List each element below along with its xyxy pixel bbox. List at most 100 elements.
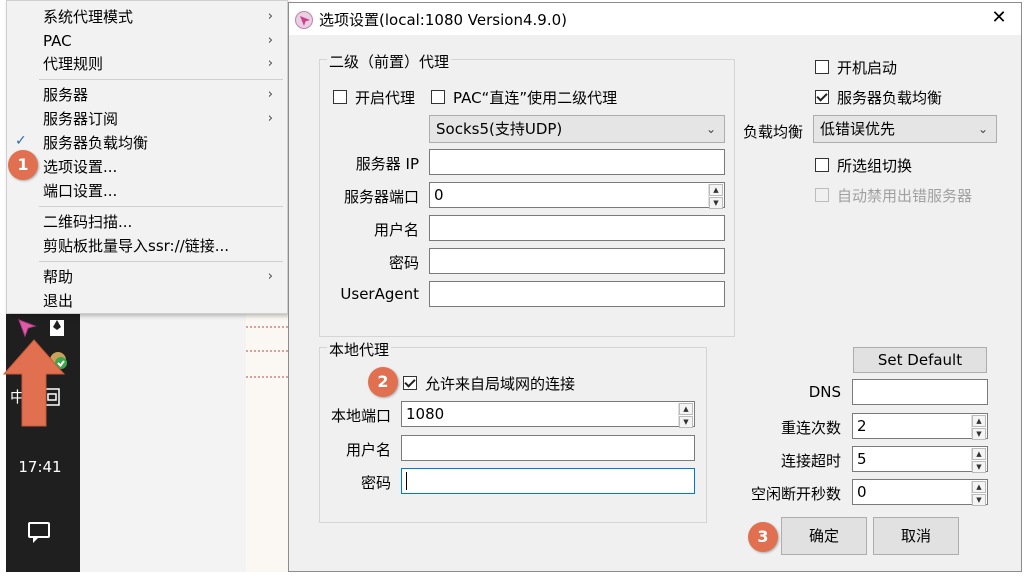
enable-proxy-checkbox[interactable] — [333, 90, 347, 104]
autostart-checkbox[interactable] — [815, 60, 829, 74]
menu-item-proxy-mode[interactable]: 系统代理模式 — [43, 7, 133, 27]
dialog-title: 选项设置(local:1080 Version4.9.0) — [319, 11, 567, 29]
background-window-edge — [246, 300, 288, 572]
menu-item-proxy-rules[interactable]: 代理规则 — [43, 54, 103, 74]
callout-badge: 1 — [8, 150, 38, 180]
load-balance-label: 服务器负载均衡 — [837, 89, 943, 107]
auto-ban-checkbox[interactable] — [815, 188, 829, 202]
load-balance-checkbox[interactable] — [815, 90, 829, 104]
balance-mode-select[interactable]: 低错误优先 ⌄ — [813, 115, 997, 143]
menu-item-clipboard-import[interactable]: 剪贴板批量导入ssr://链接... — [43, 236, 229, 256]
menu-separator — [39, 206, 283, 207]
proxy-type-value: Socks5(支持UDP) — [436, 120, 563, 138]
username-label: 用户名 — [373, 221, 419, 239]
callout-badge: 2 — [368, 367, 398, 397]
enable-proxy-label: 开启代理 — [355, 89, 416, 107]
spinner-arrows-icon[interactable]: ▲ ▼ — [971, 481, 986, 506]
timeout-value: 5 — [857, 450, 867, 468]
menu-item-port-settings[interactable]: 端口设置... — [43, 181, 117, 201]
callout-badge: 3 — [748, 522, 778, 552]
proxy-type-select[interactable]: Socks5(支持UDP) ⌄ — [429, 115, 725, 143]
reconnect-label: 重连次数 — [780, 419, 841, 437]
divider — [246, 326, 288, 328]
chevron-right-icon: › — [267, 269, 273, 284]
divider — [246, 350, 288, 352]
spinner-arrows-icon[interactable]: ▲ ▼ — [971, 415, 986, 440]
set-default-button[interactable]: Set Default — [853, 347, 987, 373]
chevron-right-icon: › — [267, 87, 273, 102]
reconnect-value: 2 — [857, 417, 867, 435]
chevron-right-icon: › — [267, 111, 273, 126]
text-caret — [406, 472, 407, 490]
chevron-right-icon: › — [267, 56, 273, 71]
allow-lan-checkbox[interactable] — [403, 376, 417, 390]
ok-button[interactable]: 确定 — [781, 517, 867, 555]
pac-direct-checkbox[interactable] — [431, 90, 445, 104]
secondary-proxy-title: 二级（前置）代理 — [327, 51, 452, 72]
useragent-input[interactable] — [429, 281, 725, 307]
menu-item-pac[interactable]: PAC — [43, 31, 72, 51]
useragent-label: UserAgent — [340, 285, 419, 303]
menu-separator — [39, 261, 283, 262]
local-proxy-title: 本地代理 — [327, 339, 392, 360]
idle-timeout-stepper[interactable]: 0 ▲ ▼ — [852, 479, 988, 506]
local-username-label: 用户名 — [345, 441, 391, 459]
idle-timeout-value: 0 — [857, 483, 867, 501]
auto-ban-label: 自动禁用出错服务器 — [837, 187, 973, 205]
menu-item-help[interactable]: 帮助 — [43, 267, 73, 287]
menu-item-subscriptions[interactable]: 服务器订阅 — [43, 109, 118, 129]
chevron-down-icon: ⌄ — [977, 122, 988, 136]
group-switch-checkbox[interactable] — [815, 158, 829, 172]
menu-item-load-balance[interactable]: 服务器负载均衡 — [43, 133, 148, 153]
local-port-value: 1080 — [406, 405, 445, 423]
spinner-arrows-icon[interactable]: ▲ ▼ — [708, 184, 723, 209]
autostart-label: 开机启动 — [837, 59, 898, 77]
app-icon — [295, 11, 313, 29]
local-password-input[interactable] — [401, 468, 695, 494]
check-icon: ✓ — [15, 133, 27, 149]
local-port-stepper[interactable]: 1080 ▲ ▼ — [401, 401, 695, 428]
tray-context-menu: 系统代理模式 › PAC › 代理规则 › 服务器 › 服务器订阅 › ✓ 服务… — [6, 0, 288, 314]
proxy-username-input[interactable] — [429, 215, 725, 241]
close-icon[interactable]: ✕ — [987, 7, 1011, 28]
desktop-background — [80, 300, 246, 572]
taskbar-clock[interactable]: 17:41 — [10, 458, 70, 476]
cancel-button[interactable]: 取消 — [873, 517, 959, 555]
callout-arrow-icon — [0, 338, 68, 432]
balance-mode-label: 负载均衡 — [743, 123, 804, 141]
server-ip-label: 服务器 IP — [355, 155, 419, 173]
notification-icon[interactable] — [28, 522, 50, 543]
group-switch-label: 所选组切换 — [837, 157, 913, 175]
local-username-input[interactable] — [401, 435, 695, 461]
chevron-right-icon: › — [267, 33, 273, 48]
dns-label: DNS — [808, 383, 841, 401]
proxy-password-input[interactable] — [429, 248, 725, 274]
password-label: 密码 — [388, 254, 419, 272]
server-port-label: 服务器端口 — [343, 188, 419, 206]
balance-mode-value: 低错误优先 — [820, 120, 896, 138]
reconnect-stepper[interactable]: 2 ▲ ▼ — [852, 413, 988, 440]
idle-timeout-label: 空闲断开秒数 — [750, 485, 841, 503]
menu-separator — [39, 79, 283, 80]
menu-item-qr-scan[interactable]: 二维码扫描... — [43, 212, 132, 232]
timeout-stepper[interactable]: 5 ▲ ▼ — [852, 446, 988, 473]
menu-item-options[interactable]: 选项设置... — [43, 157, 117, 177]
options-dialog: 选项设置(local:1080 Version4.9.0) ✕ 二级（前置）代理… — [288, 2, 1022, 572]
spinner-arrows-icon[interactable]: ▲ ▼ — [678, 403, 693, 428]
divider — [246, 376, 288, 378]
timeout-label: 连接超时 — [780, 452, 841, 470]
chevron-right-icon: › — [267, 9, 273, 24]
local-port-label: 本地端口 — [330, 407, 391, 425]
server-port-value: 0 — [434, 186, 444, 204]
pac-direct-label: PAC“直连”使用二级代理 — [453, 89, 618, 107]
server-ip-input[interactable] — [429, 149, 725, 175]
spinner-arrows-icon[interactable]: ▲ ▼ — [971, 448, 986, 473]
allow-lan-label: 允许来自局域网的连接 — [425, 375, 576, 393]
chevron-down-icon: ⌄ — [705, 122, 716, 136]
menu-item-exit[interactable]: 退出 — [43, 291, 73, 311]
dns-input[interactable] — [852, 379, 988, 405]
server-port-stepper[interactable]: 0 ▲ ▼ — [429, 182, 725, 209]
menu-item-servers[interactable]: 服务器 — [43, 85, 88, 105]
local-password-label: 密码 — [360, 474, 391, 492]
dialog-titlebar[interactable]: 选项设置(local:1080 Version4.9.0) ✕ — [289, 3, 1021, 35]
